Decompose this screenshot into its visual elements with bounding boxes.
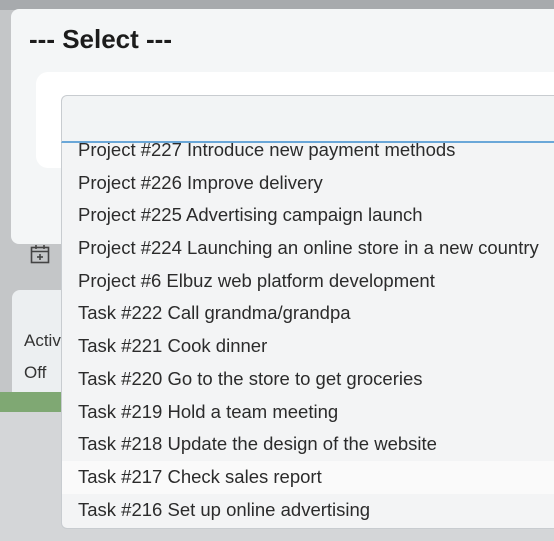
option-task-220[interactable]: Task #220 Go to the store to get groceri… (62, 363, 554, 396)
option-project-224[interactable]: Project #224 Launching an online store i… (62, 232, 554, 265)
search-input[interactable] (61, 95, 554, 143)
option-task-218[interactable]: Task #218 Update the design of the websi… (62, 428, 554, 461)
option-task-216[interactable]: Task #216 Set up online advertising (62, 494, 554, 527)
option-task-217[interactable]: Task #217 Check sales report (62, 460, 554, 494)
background-status-strip (0, 392, 70, 412)
calendar-plus-icon (30, 245, 50, 264)
option-task-222[interactable]: Task #222 Call grandma/grandpa (62, 297, 554, 330)
option-project-225[interactable]: Project #225 Advertising campaign launch (62, 199, 554, 232)
option-task-219[interactable]: Task #219 Hold a team meeting (62, 396, 554, 429)
background-off-label: Off (24, 363, 47, 382)
option-project-227[interactable]: Project #227 Introduce new payment metho… (62, 143, 554, 167)
option-task-221[interactable]: Task #221 Cook dinner (62, 330, 554, 363)
modal-title: --- Select --- (29, 24, 172, 54)
option-project-6[interactable]: Project #6 Elbuz web platform developmen… (62, 265, 554, 298)
dropdown-list[interactable]: Project #227 Introduce new payment metho… (61, 143, 554, 529)
option-project-226[interactable]: Project #226 Improve delivery (62, 167, 554, 200)
background-active-label: Activ (24, 331, 61, 350)
